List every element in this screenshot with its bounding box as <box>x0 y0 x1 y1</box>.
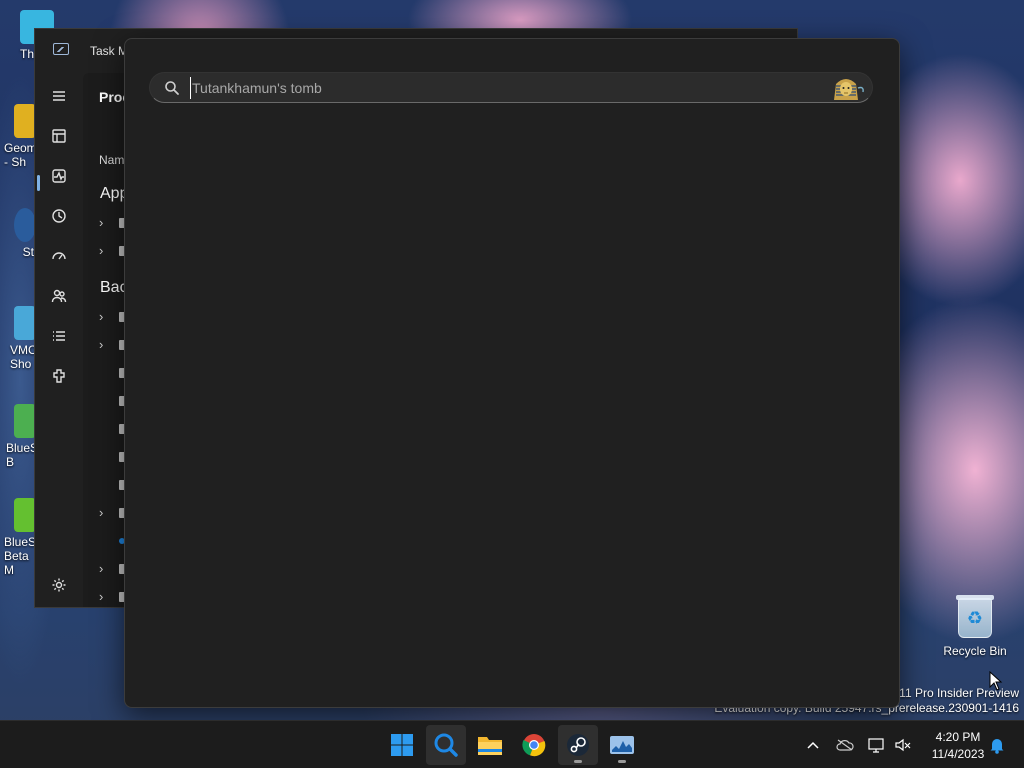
recycle-bin-icon: ♻ <box>956 595 994 638</box>
chevron-right-icon[interactable]: › <box>99 243 103 258</box>
pharaoh-mask-icon[interactable] <box>826 74 866 102</box>
desktop-icon-label: BlueS B <box>6 441 39 469</box>
onedrive-tray-button[interactable] <box>834 721 856 768</box>
steam-icon <box>14 208 36 242</box>
mouse-cursor-icon <box>989 671 1003 691</box>
desktop-icon-label: St <box>22 245 34 259</box>
desktop-icon-label: Geom - Sh <box>4 141 37 169</box>
notifications-button[interactable] <box>986 721 1008 768</box>
task-manager-icon <box>610 736 634 754</box>
startup-apps-icon[interactable] <box>47 244 71 268</box>
network-tray-button[interactable] <box>866 721 888 768</box>
details-icon[interactable] <box>47 324 71 348</box>
vmc-icon <box>14 306 36 340</box>
task-manager-app-icon <box>53 43 69 55</box>
desktop-icon-label: BlueS Beta M <box>4 535 37 577</box>
folder-icon <box>478 737 502 755</box>
app-history-icon[interactable] <box>47 204 71 228</box>
start-button[interactable] <box>382 725 422 765</box>
search-button[interactable] <box>426 725 466 765</box>
chevron-right-icon[interactable]: › <box>99 337 103 352</box>
performance-icon[interactable] <box>47 164 71 188</box>
running-indicator <box>618 760 626 763</box>
onedrive-icon <box>836 739 854 751</box>
chrome-button[interactable] <box>514 725 554 765</box>
settings-icon[interactable] <box>47 573 71 597</box>
desktop-icon-recycle-bin[interactable]: ♻ Recycle Bin <box>942 595 1008 658</box>
chevron-right-icon[interactable]: › <box>99 215 103 230</box>
network-icon <box>868 738 884 753</box>
task-manager-nav <box>35 73 83 607</box>
steam-icon <box>567 734 589 756</box>
desktop-icon-label: VMC Sho <box>10 343 37 371</box>
running-indicator <box>574 760 582 763</box>
chevron-right-icon[interactable]: › <box>99 561 103 576</box>
services-icon[interactable] <box>47 364 71 388</box>
users-icon[interactable] <box>47 284 71 308</box>
bluestacks-beta-icon <box>14 498 36 532</box>
search-flyout <box>124 38 900 708</box>
geometry-dash-icon <box>14 104 36 138</box>
task-manager-button[interactable] <box>602 725 642 765</box>
chevron-right-icon[interactable]: › <box>99 505 103 520</box>
chevron-up-icon <box>807 741 819 749</box>
chrome-icon <box>522 734 546 757</box>
bluestacks-icon <box>14 404 36 438</box>
search-icon <box>165 81 179 95</box>
bell-icon <box>990 739 1004 754</box>
name-column-header[interactable]: Nam <box>99 153 124 167</box>
search-icon <box>434 733 458 757</box>
file-explorer-button[interactable] <box>470 725 510 765</box>
steam-button[interactable] <box>558 725 598 765</box>
show-hidden-icons-button[interactable] <box>802 721 824 768</box>
search-input[interactable] <box>190 77 810 99</box>
chevron-right-icon[interactable]: › <box>99 309 103 324</box>
volume-muted-icon <box>895 738 911 752</box>
chevron-right-icon[interactable]: › <box>99 589 103 604</box>
search-box[interactable] <box>149 72 873 103</box>
processes-icon[interactable] <box>47 124 71 148</box>
volume-tray-button[interactable] <box>892 721 914 768</box>
task-manager-title: Task M <box>90 44 129 58</box>
hamburger-icon[interactable] <box>47 84 71 108</box>
nav-active-indicator <box>37 175 40 191</box>
windows-logo-icon <box>391 734 413 756</box>
recycle-bin-label: Recycle Bin <box>943 644 1007 658</box>
taskbar: 4:20 PM 11/4/2023 <box>0 720 1024 768</box>
